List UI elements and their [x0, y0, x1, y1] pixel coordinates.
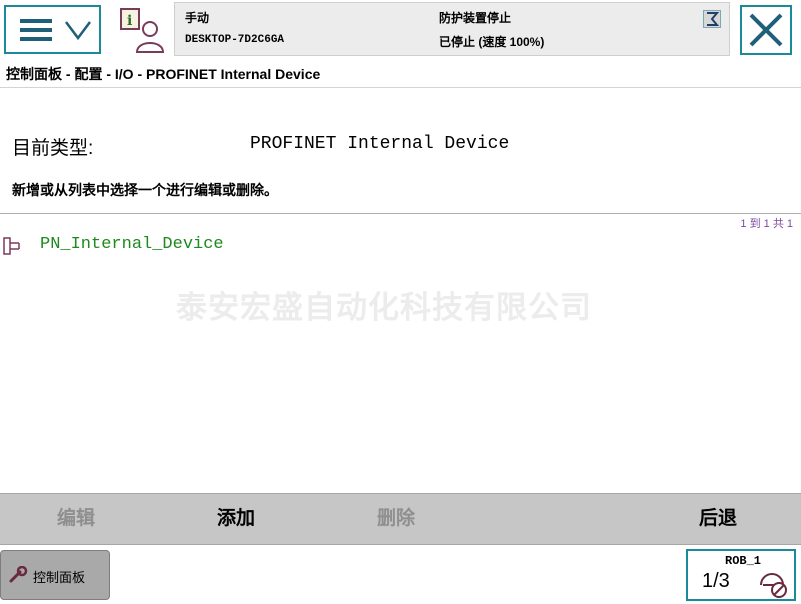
top-bar: i 手动 DESKTOP-7D2C6GA 防护装置停止 已停止 (速度 100%… [0, 0, 801, 60]
current-type-value: PROFINET Internal Device [250, 134, 510, 154]
hamburger-icon-line [20, 37, 52, 41]
device-icon [3, 237, 20, 255]
list-pager: 1 到 1 共 1 [740, 218, 793, 230]
delete-button[interactable]: 删除 [320, 494, 472, 544]
add-button[interactable]: 添加 [160, 494, 312, 544]
quickset-button[interactable]: ROB_1 1/3 [686, 549, 796, 601]
close-icon [749, 13, 783, 47]
command-bar: 编辑 添加 删除 后退 [0, 493, 801, 545]
device-list[interactable]: 1 到 1 共 1 泰安宏盛自动化科技有限公司 PN_Internal_Devi… [0, 213, 801, 494]
system-name: DESKTOP-7D2C6GA [185, 34, 285, 46]
run-status: 已停止 (速度 100%) [439, 35, 545, 49]
guard-status: 防护装置停止 [439, 11, 512, 25]
bottom-bar: 控制面板 ROB_1 1/3 [0, 545, 801, 604]
operating-mode: 手动 [185, 11, 210, 25]
chevron-down-icon [65, 21, 91, 41]
robot-unit-label: ROB_1 [725, 554, 762, 568]
hamburger-icon [20, 19, 52, 23]
flag-icon [703, 10, 721, 28]
back-button[interactable]: 后退 [642, 494, 794, 544]
svg-text:i: i [127, 13, 132, 29]
wrench-icon [9, 566, 28, 583]
close-button[interactable] [740, 5, 792, 55]
current-type-label: 目前类型: [12, 138, 94, 159]
task-fraction: 1/3 [702, 570, 730, 592]
hamburger-icon-line [20, 28, 52, 32]
speed-icon [760, 573, 787, 598]
breadcrumb: 控制面板 - 配置 - I/O - PROFINET Internal Devi… [6, 66, 321, 82]
event-log-icon[interactable]: i [117, 6, 167, 56]
control-panel-task-button[interactable]: 控制面板 [0, 550, 110, 600]
edit-button[interactable]: 编辑 [0, 494, 152, 544]
list-item[interactable]: PN_Internal_Device [40, 235, 224, 254]
control-panel-task-label: 控制面板 [33, 570, 86, 585]
breadcrumb-divider [0, 87, 801, 88]
watermark: 泰安宏盛自动化科技有限公司 [176, 290, 592, 325]
status-panel[interactable]: 手动 DESKTOP-7D2C6GA 防护装置停止 已停止 (速度 100%) [174, 2, 730, 56]
main-menu-button[interactable] [4, 5, 101, 54]
instruction-text: 新增或从列表中选择一个进行编辑或删除。 [12, 182, 278, 198]
